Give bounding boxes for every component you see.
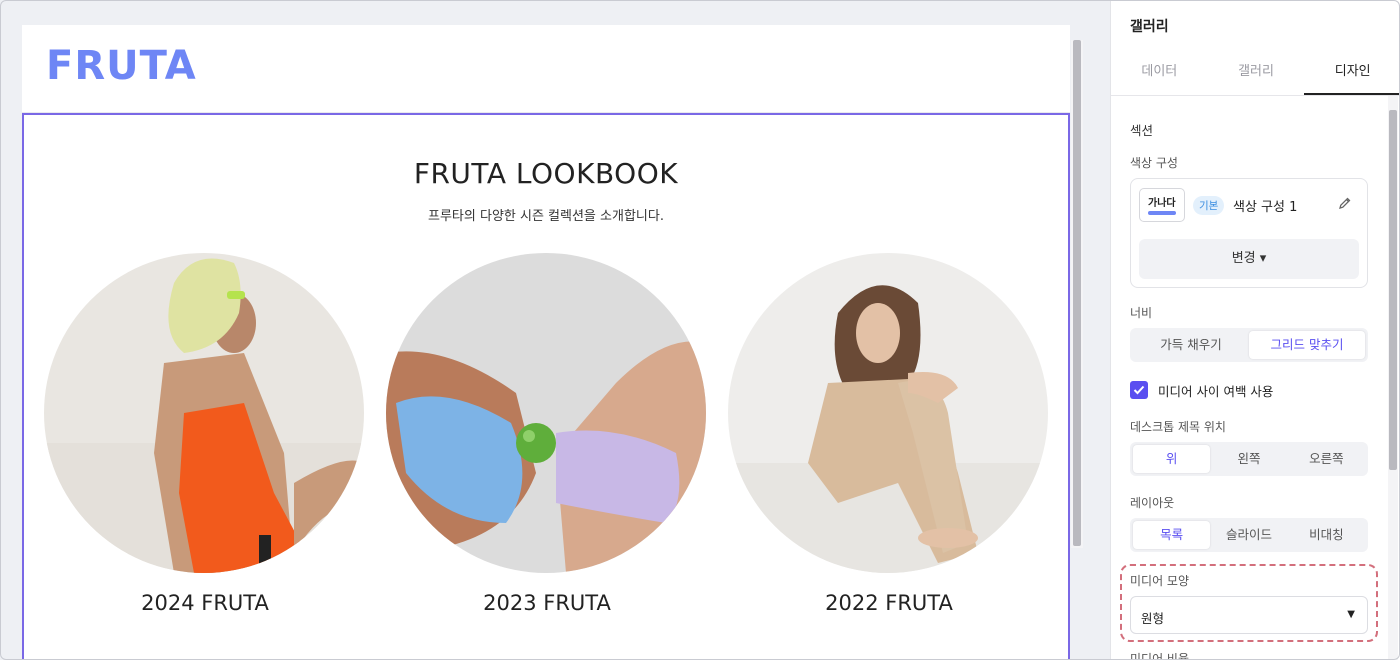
layout-option-slide[interactable]: 슬라이드 [1210, 521, 1287, 549]
panel-title: 갤러리 [1130, 19, 1169, 35]
gallery-item-caption: 2024 FRUTA [141, 591, 269, 615]
layout-option-list[interactable]: 목록 [1133, 521, 1211, 549]
desktop-title-position-label: 데스크톱 제목 위치 [1130, 420, 1226, 434]
settings-panel: 갤러리 데이터 갤러리 디자인 섹션 색상 구성 가나다 기본 색상 구성 1 … [1110, 0, 1400, 660]
site-header: FRUTA [22, 25, 1070, 113]
gallery-subtitle: 프루타의 다양한 시즌 컬렉션을 소개합니다. [428, 209, 664, 224]
tab-design[interactable]: 디자인 [1304, 52, 1400, 95]
swatch-accent-bar [1148, 211, 1176, 215]
title-position-right[interactable]: 오른쪽 [1288, 445, 1365, 473]
change-color-button[interactable]: 변경 ▾ [1139, 239, 1359, 279]
layout-control: 목록 슬라이드 비대칭 [1130, 518, 1368, 552]
gallery-photo[interactable] [386, 253, 706, 573]
site-preview: FRUTA FRUTA LOOKBOOK 프루타의 다양한 시즌 컬렉션을 소개… [22, 25, 1070, 660]
default-badge: 기본 [1193, 196, 1225, 215]
gallery-item-caption: 2022 FRUTA [825, 591, 953, 615]
section-heading: 섹션 [1130, 123, 1154, 138]
editor-canvas: FRUTA FRUTA LOOKBOOK 프루타의 다양한 시즌 컬렉션을 소개… [0, 0, 1110, 660]
media-shape-label: 미디어 모양 [1130, 574, 1190, 588]
media-gap-row[interactable]: 미디어 사이 여백 사용 [1130, 380, 1273, 400]
site-logo[interactable]: FRUTA [46, 43, 197, 89]
canvas-scrollbar-thumb[interactable] [1073, 40, 1081, 546]
width-option-fill[interactable]: 가득 채우기 [1133, 331, 1249, 359]
color-scheme-card: 가나다 기본 색상 구성 1 변경 ▾ [1130, 178, 1368, 288]
tab-gallery[interactable]: 갤러리 [1208, 52, 1305, 95]
tab-data[interactable]: 데이터 [1111, 52, 1208, 95]
swatch-text: 가나다 [1148, 198, 1176, 209]
gallery-item[interactable]: 2024 FRUTA [44, 253, 366, 615]
color-swatch: 가나다 [1139, 188, 1185, 222]
layout-option-asymmetric[interactable]: 비대칭 [1288, 521, 1365, 549]
color-scheme-label: 색상 구성 [1130, 156, 1178, 170]
width-segmented-control: 가득 채우기 그리드 맞추기 [1130, 328, 1368, 362]
gallery-section[interactable]: FRUTA LOOKBOOK 프루타의 다양한 시즌 컬렉션을 소개합니다. 2… [22, 113, 1070, 660]
title-position-left[interactable]: 왼쪽 [1210, 445, 1287, 473]
gallery-photo[interactable] [728, 253, 1048, 573]
layout-label: 레이아웃 [1130, 496, 1175, 510]
pencil-icon[interactable] [1337, 195, 1353, 211]
desktop-title-position-control: 위 왼쪽 오른쪽 [1130, 442, 1368, 476]
gallery-title: FRUTA LOOKBOOK [413, 157, 679, 190]
color-scheme-name: 색상 구성 1 [1233, 200, 1298, 215]
gallery-photo[interactable] [44, 253, 364, 573]
width-label: 너비 [1130, 306, 1153, 320]
caret-down-icon: ▼ [1347, 609, 1355, 620]
width-option-grid[interactable]: 그리드 맞추기 [1249, 331, 1365, 359]
media-gap-checkbox[interactable] [1130, 381, 1148, 399]
panel-tabs: 데이터 갤러리 디자인 [1111, 52, 1400, 96]
check-icon [1133, 385, 1145, 395]
media-gap-label: 미디어 사이 여백 사용 [1158, 383, 1274, 399]
gallery-item[interactable]: 2023 FRUTA [386, 253, 708, 615]
title-position-top[interactable]: 위 [1133, 445, 1211, 473]
gallery-item-caption: 2023 FRUTA [483, 591, 611, 615]
media-ratio-label: 미디어 비율 [1130, 652, 1190, 660]
gallery-item[interactable]: 2022 FRUTA [728, 253, 1050, 615]
panel-scrollbar-thumb[interactable] [1389, 110, 1397, 470]
media-shape-value: 원형 [1141, 611, 1165, 626]
media-shape-select[interactable]: 원형 ▼ [1130, 596, 1368, 634]
